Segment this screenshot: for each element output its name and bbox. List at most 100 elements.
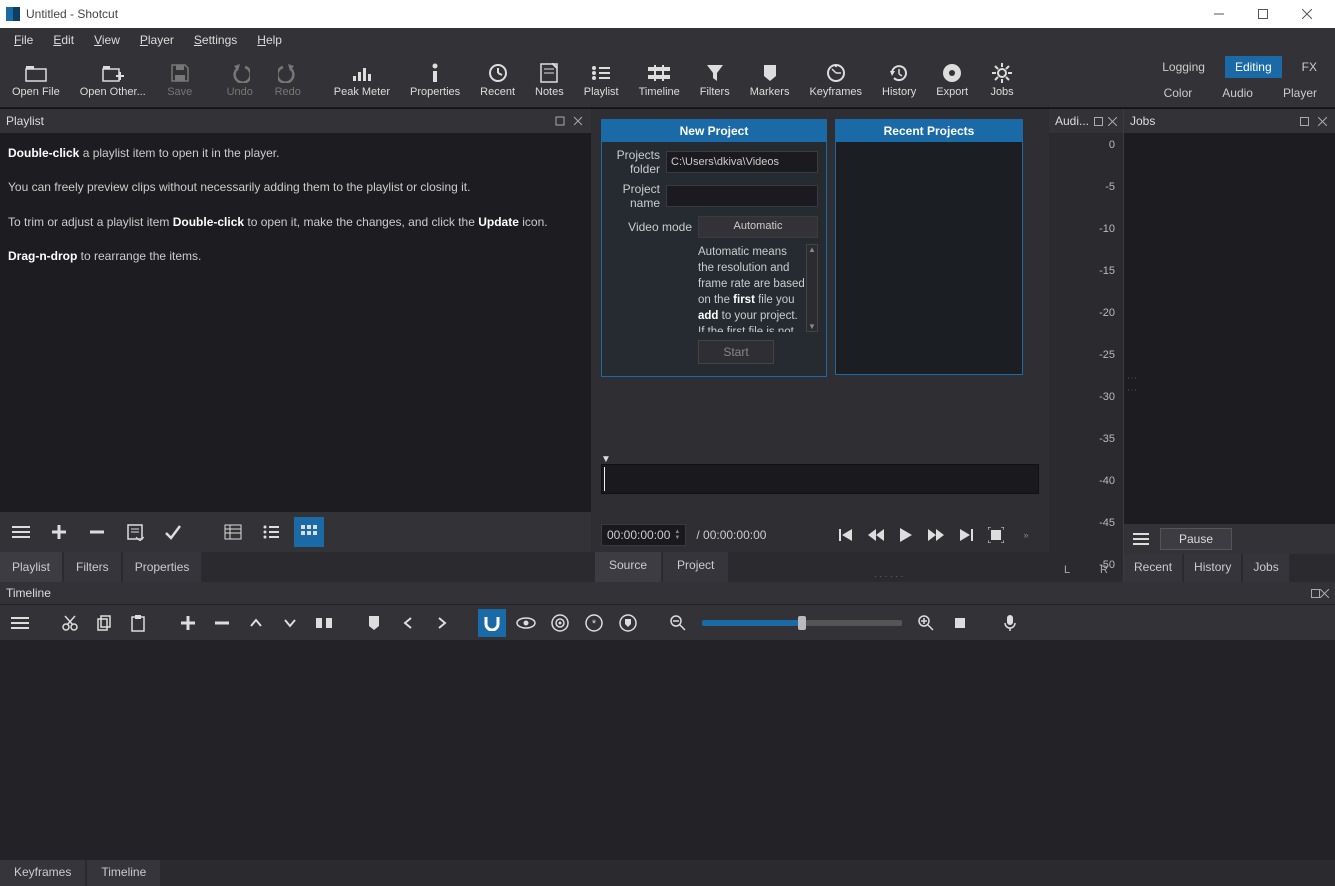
menu-help[interactable]: Help	[247, 30, 292, 50]
toolbar-peak-meter[interactable]: Peak Meter	[324, 58, 400, 102]
toolbar-timeline[interactable]: Timeline	[629, 58, 690, 102]
layout-tab-logging[interactable]: Logging	[1152, 56, 1215, 78]
jobs-menu-icon[interactable]	[1130, 528, 1152, 550]
timeline-close-icon[interactable]	[1320, 589, 1329, 598]
layout-tab-fx[interactable]: FX	[1292, 56, 1327, 78]
layout-tab-editing[interactable]: Editing	[1225, 56, 1282, 78]
playlist-view-list-icon[interactable]	[256, 517, 286, 547]
playlist-close-icon[interactable]	[571, 114, 585, 128]
playlist-add-icon[interactable]	[44, 517, 74, 547]
tl-prev-marker-icon[interactable]	[394, 609, 422, 637]
tab-history[interactable]: History	[1184, 554, 1241, 582]
playlist-update-icon[interactable]	[158, 517, 188, 547]
tl-cut-icon[interactable]	[56, 609, 84, 637]
menu-settings[interactable]: Settings	[184, 30, 247, 50]
toolbar-open-file[interactable]: Open File	[2, 58, 70, 102]
tl-next-marker-icon[interactable]	[428, 609, 456, 637]
toolbar-redo[interactable]: Redo	[264, 58, 312, 102]
tab-keyframes[interactable]: Keyframes	[0, 860, 85, 886]
tab-filters[interactable]: Filters	[64, 552, 121, 582]
close-button[interactable]	[1285, 0, 1329, 28]
tab-jobs[interactable]: Jobs	[1243, 554, 1288, 582]
toolbar-jobs[interactable]: Jobs	[978, 58, 1026, 102]
menu-edit[interactable]: Edit	[43, 30, 84, 50]
jobs-grip-icon[interactable]: ⋮⋮	[1126, 373, 1137, 397]
play-icon[interactable]	[893, 523, 919, 547]
tl-record-audio-icon[interactable]	[996, 609, 1024, 637]
tl-copy-icon[interactable]	[90, 609, 118, 637]
tab-recent[interactable]: Recent	[1124, 554, 1182, 582]
tl-paste-icon[interactable]	[124, 609, 152, 637]
playlist-menu-icon[interactable]	[6, 517, 36, 547]
scrub-bar[interactable]	[601, 464, 1039, 494]
skip-next-icon[interactable]	[953, 523, 979, 547]
fastfwd-icon[interactable]	[923, 523, 949, 547]
tab-playlist[interactable]: Playlist	[0, 552, 62, 582]
toolbar-recent[interactable]: Recent	[470, 58, 525, 102]
toolbar-keyframes[interactable]: Keyframes	[799, 58, 872, 102]
timecode-input[interactable]: 00:00:00:00 ▲▼	[601, 524, 686, 546]
video-mode-select[interactable]: Automatic	[698, 216, 818, 238]
toolbar-save[interactable]: Save	[156, 58, 204, 102]
tl-zoom-fit-icon[interactable]	[946, 609, 974, 637]
tl-ripple-markers-icon[interactable]	[614, 609, 642, 637]
audio-float-icon[interactable]	[1093, 114, 1103, 128]
panel-grip-icon[interactable]: ······	[730, 552, 1049, 582]
audio-close-icon[interactable]	[1107, 114, 1117, 128]
playlist-addfiles-icon[interactable]	[120, 517, 150, 547]
toolbar-undo[interactable]: Undo	[216, 58, 264, 102]
toolbar-markers[interactable]: Markers	[740, 58, 800, 102]
tl-marker-icon[interactable]	[360, 609, 388, 637]
tl-overwrite-icon[interactable]	[276, 609, 304, 637]
layout-tab-audio[interactable]: Audio	[1212, 82, 1263, 104]
tl-ripple-icon[interactable]	[546, 609, 574, 637]
tab-project[interactable]: Project	[663, 552, 728, 582]
rewind-icon[interactable]	[863, 523, 889, 547]
tab-source[interactable]: Source	[595, 552, 661, 582]
zoom-fit-icon[interactable]	[983, 523, 1009, 547]
toolbar-history[interactable]: History	[872, 58, 926, 102]
timeline-float-icon[interactable]	[1311, 589, 1320, 598]
project-name-input[interactable]	[666, 185, 818, 207]
toolbar-filters[interactable]: Filters	[690, 58, 740, 102]
projects-folder-input[interactable]	[666, 151, 818, 173]
tab-timeline[interactable]: Timeline	[87, 860, 160, 886]
jobs-pause-button[interactable]: Pause	[1160, 528, 1232, 550]
menu-player[interactable]: Player	[130, 30, 184, 50]
playlist-view-grid-icon[interactable]	[294, 517, 324, 547]
jobs-close-icon[interactable]	[1315, 114, 1329, 128]
start-button[interactable]: Start	[698, 340, 774, 364]
playlist-float-icon[interactable]	[553, 114, 567, 128]
tl-zoom-in-icon[interactable]	[912, 609, 940, 637]
maximize-button[interactable]	[1241, 0, 1285, 28]
tl-ripple-delete-icon[interactable]	[208, 609, 236, 637]
playlist-remove-icon[interactable]	[82, 517, 112, 547]
tl-split-icon[interactable]	[310, 609, 338, 637]
toolbar-properties[interactable]: Properties	[400, 58, 470, 102]
tl-append-icon[interactable]	[174, 609, 202, 637]
toolbar-notes[interactable]: Notes	[525, 58, 574, 102]
jobs-float-icon[interactable]	[1297, 114, 1311, 128]
tl-menu-icon[interactable]	[6, 609, 34, 637]
menu-file[interactable]: File	[4, 30, 43, 50]
description-scrollbar[interactable]: ▲▼	[806, 244, 818, 332]
playlist-view-details-icon[interactable]	[218, 517, 248, 547]
minimize-button[interactable]	[1197, 0, 1241, 28]
zoom-chevron-icon[interactable]: »	[1013, 523, 1039, 547]
timeline-tracks-area[interactable]	[0, 640, 1335, 860]
tl-snap-icon[interactable]	[478, 609, 506, 637]
layout-tab-player[interactable]: Player	[1273, 82, 1327, 104]
tab-properties[interactable]: Properties	[123, 552, 202, 582]
tl-zoom-out-icon[interactable]	[664, 609, 692, 637]
layout-tab-color[interactable]: Color	[1154, 82, 1203, 104]
recent-projects-list[interactable]	[836, 142, 1022, 374]
tl-lift-icon[interactable]	[242, 609, 270, 637]
menu-view[interactable]: View	[84, 30, 130, 50]
toolbar-export[interactable]: Export	[926, 58, 978, 102]
tl-ripple-all-icon[interactable]: *	[580, 609, 608, 637]
tl-zoom-slider[interactable]	[702, 620, 902, 626]
toolbar-open-other[interactable]: Open Other...	[70, 58, 156, 102]
toolbar-playlist[interactable]: Playlist	[574, 58, 629, 102]
tl-scrub-icon[interactable]	[512, 609, 540, 637]
skip-prev-icon[interactable]	[833, 523, 859, 547]
